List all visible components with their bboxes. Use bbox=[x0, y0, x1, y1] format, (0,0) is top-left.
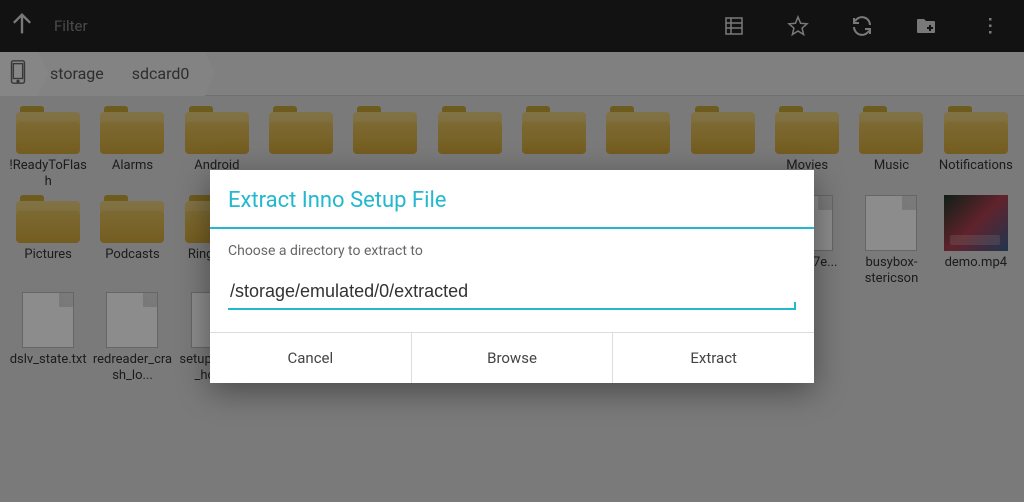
dialog-title: Extract Inno Setup File bbox=[210, 170, 814, 229]
extract-button[interactable]: Extract bbox=[613, 333, 814, 383]
browse-button[interactable]: Browse bbox=[412, 333, 614, 383]
dialog-prompt: Choose a directory to extract to bbox=[228, 243, 796, 259]
cancel-button[interactable]: Cancel bbox=[210, 333, 412, 383]
dialog-button-row: Cancel Browse Extract bbox=[210, 332, 814, 383]
extract-dialog: Extract Inno Setup File Choose a directo… bbox=[210, 170, 814, 383]
path-input-wrap bbox=[228, 277, 796, 310]
dialog-body: Choose a directory to extract to bbox=[210, 229, 814, 318]
extract-path-input[interactable] bbox=[228, 277, 796, 310]
